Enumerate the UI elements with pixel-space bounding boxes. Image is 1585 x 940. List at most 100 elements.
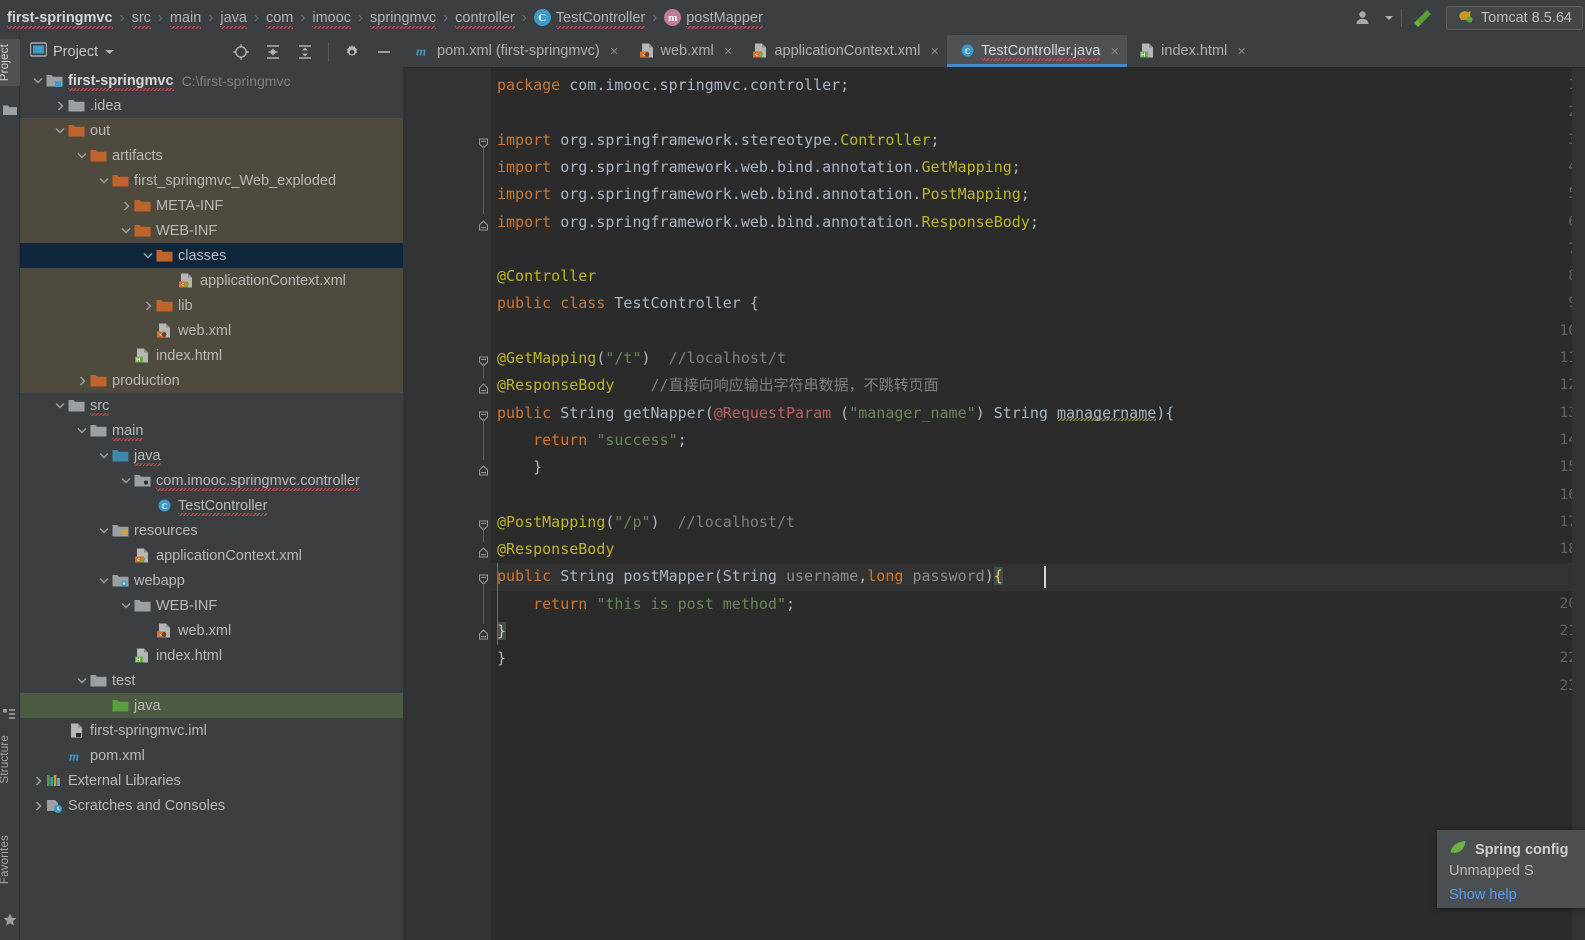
tree-node-web-xml[interactable]: < web.xml [20,618,403,643]
tree-node-java[interactable]: java [20,693,403,718]
editor-tab-testcontroller-java[interactable]: C TestController.java × [947,35,1128,67]
breadcrumb-item-imooc[interactable]: imooc [311,10,352,29]
chevron-down-icon[interactable] [96,523,112,539]
run-configuration-selector[interactable]: Tomcat 8.5.64 [1445,5,1583,30]
tree-node--idea[interactable]: .idea [20,93,403,118]
tree-node-external-libraries[interactable]: External Libraries [20,768,403,793]
editor-tab-index-html[interactable]: Hindex.html × [1127,35,1254,67]
tree-node-meta-inf[interactable]: META-INF [20,193,403,218]
tree-node-lib[interactable]: lib [20,293,403,318]
chevron-down-icon[interactable] [118,223,134,239]
expand-all-icon[interactable] [260,40,286,64]
breadcrumb-item-src[interactable]: src [131,10,152,29]
fold-collapse-icon[interactable] [478,626,489,640]
close-icon[interactable]: × [1110,43,1119,60]
tree-node-com-imooc-springmvc-controller[interactable]: com.imooc.springmvc.controller [20,468,403,493]
breadcrumb-item-springmvc[interactable]: springmvc [369,10,437,29]
svg-text:H: H [136,357,140,363]
chevron-down-icon[interactable] [140,248,156,264]
tool-window-button-favorites[interactable]: Favorites [0,835,21,884]
chevron-down-icon[interactable] [96,173,112,189]
project-tree[interactable]: first-springmvc C:\first-springmvc .idea ou… [20,68,403,940]
fold-collapse-icon[interactable] [478,380,489,394]
editor-gutter[interactable] [403,68,475,940]
chevron-down-icon[interactable] [118,473,134,489]
tree-node-applicationcontext-xml[interactable]: < applicationContext.xml [20,543,403,568]
tool-window-button-structure[interactable]: Structure [0,735,21,783]
tree-node-artifacts[interactable]: artifacts [20,143,403,168]
spellcheck-underline [220,25,247,29]
editor-tab-pom-xml-first-springmvc-[interactable]: m pom.xml (first-springmvc) × [403,35,627,67]
locate-target-icon[interactable] [228,40,254,64]
tree-node-first-springmvc-iml[interactable]: first-springmvc.iml [20,718,403,743]
chevron-down-icon[interactable] [74,148,90,164]
tree-node-test[interactable]: test [20,668,403,693]
chevron-down-icon[interactable] [30,73,46,89]
tree-node-label: web.xml [178,322,232,339]
tree-node-web-xml[interactable]: < web.xml [20,318,403,343]
code-content[interactable]: package com.imooc.springmvc.controller; i… [491,68,1585,940]
fold-collapse-icon[interactable] [478,217,489,230]
tree-node-main[interactable]: main [20,418,403,443]
spellcheck-underline [312,25,352,29]
tree-node-web-inf[interactable]: WEB-INF [20,593,403,618]
chevron-right-icon[interactable] [118,198,134,214]
editor-marker-scrollbar[interactable] [1572,68,1585,940]
tree-node-first-springmvc-web-exploded[interactable]: first_springmvc_Web_exploded [20,168,403,193]
tree-node-scratches-and-consoles[interactable]: Scratches and Consoles [20,793,403,818]
show-help-link[interactable]: Show help [1449,887,1585,903]
breadcrumb-item-main[interactable]: main [169,10,202,29]
collapse-all-icon[interactable] [292,40,318,64]
tree-node-index-html[interactable]: Hindex.html [20,643,403,668]
chevron-right-icon[interactable] [140,298,156,314]
tree-node-testcontroller[interactable]: C TestController [20,493,403,518]
user-account-icon[interactable] [1347,3,1381,33]
tree-node-web-inf[interactable]: WEB-INF [20,218,403,243]
gear-icon[interactable] [339,40,365,64]
chevron-right-icon[interactable] [30,773,46,789]
editor-tab-applicationcontext-xml[interactable]: < applicationContext.xml × [740,35,947,67]
chevron-right-icon[interactable] [52,98,68,114]
fold-collapse-icon[interactable] [478,462,489,476]
tree-node-java[interactable]: java [20,443,403,468]
breadcrumb-item-first-springmvc[interactable]: first-springmvc [6,10,114,29]
hide-panel-icon[interactable] [371,40,397,64]
tree-node-webapp[interactable]: webapp [20,568,403,593]
tree-node-resources[interactable]: resources [20,518,403,543]
tool-window-button-project[interactable]: Project [0,39,21,87]
chevron-down-icon[interactable] [74,423,90,439]
chevron-down-icon[interactable] [118,598,134,614]
tree-node-out[interactable]: out [20,118,403,143]
chevron-right-icon[interactable] [30,798,46,814]
code-line: @Controller [491,263,596,290]
fold-collapse-icon[interactable] [478,544,489,558]
close-icon[interactable]: × [930,43,939,60]
editor-tab-web-xml[interactable]: < web.xml × [627,35,741,67]
tree-node-pom-xml[interactable]: m pom.xml [20,743,403,768]
tree-node-applicationcontext-xml[interactable]: < applicationContext.xml [20,268,403,293]
build-hammer-icon[interactable] [1406,3,1440,33]
chevron-down-icon[interactable] [96,448,112,464]
breadcrumb-item-controller[interactable]: controller [454,10,516,29]
chevron-down-icon[interactable] [96,573,112,589]
chevron-down-icon[interactable] [1381,3,1397,33]
close-icon[interactable]: × [724,43,733,60]
breadcrumb-item-postmapper[interactable]: m postMapper [663,9,764,29]
chevron-down-icon[interactable] [104,43,115,61]
tree-node-classes[interactable]: classes [20,243,403,268]
code-editor[interactable]: 1234567891011121314151617181920212223 pa… [403,68,1585,940]
close-icon[interactable]: × [610,43,619,60]
chevron-down-icon[interactable] [52,123,68,139]
breadcrumb-item-testcontroller[interactable]: C TestController [533,9,646,29]
tree-node-production[interactable]: production [20,368,403,393]
tree-node-src[interactable]: src [20,393,403,418]
chevron-down-icon[interactable] [74,673,90,689]
chevron-right-icon[interactable] [74,373,90,389]
close-icon[interactable]: × [1237,43,1246,60]
chevron-down-icon[interactable] [52,398,68,414]
tree-node-index-html[interactable]: Hindex.html [20,343,403,368]
spring-config-notification[interactable]: Spring config Unmapped S Show help [1437,830,1585,908]
breadcrumb-item-java[interactable]: java [219,10,248,29]
breadcrumb-item-com[interactable]: com [265,10,294,29]
tree-node-first-springmvc[interactable]: first-springmvc C:\first-springmvc [20,68,403,93]
